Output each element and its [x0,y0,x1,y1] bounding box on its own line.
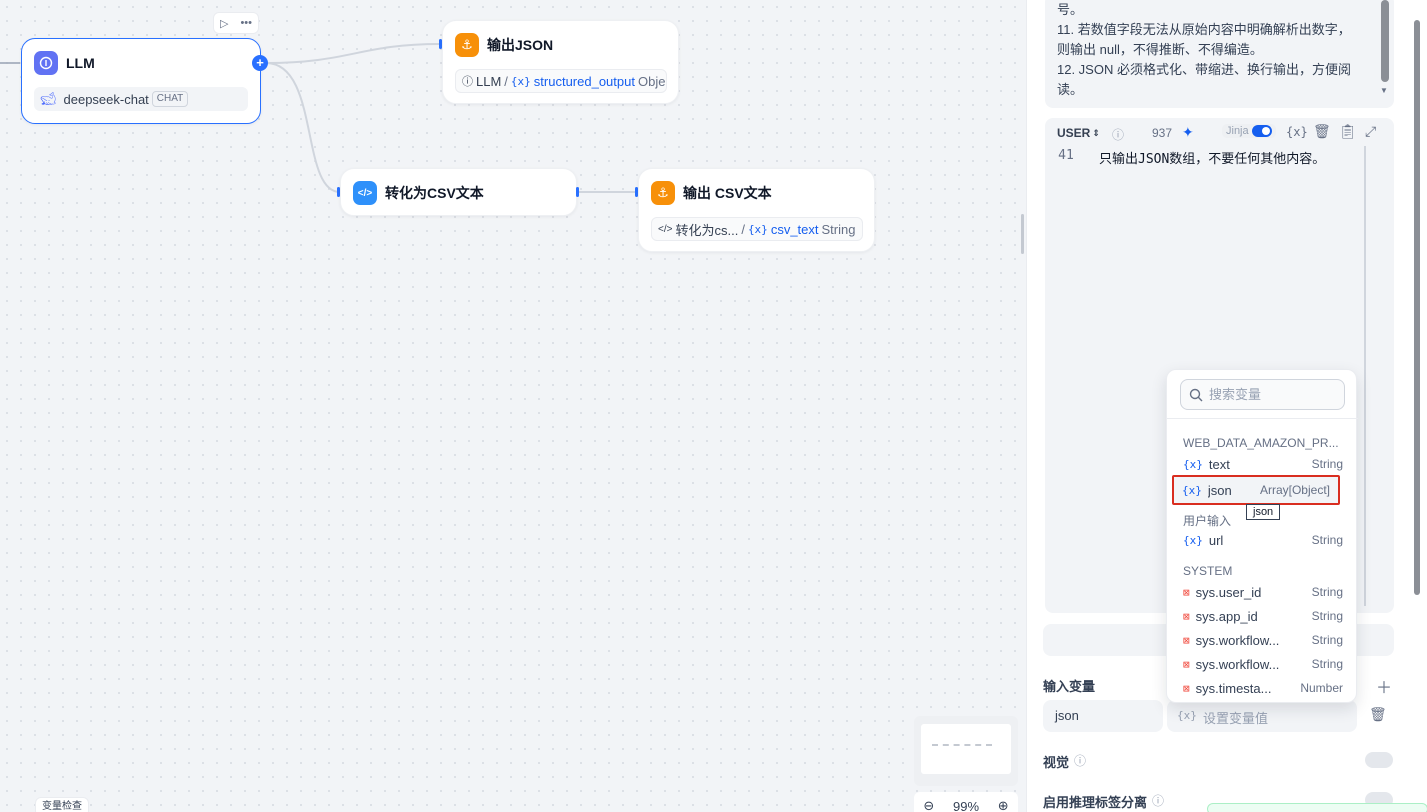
system-variable-icon: ⊠ [1183,609,1190,623]
code-small-icon: </> [658,223,673,235]
group-header: 用户输入 [1183,514,1232,528]
add-input-var-icon[interactable]: ＋ [1376,674,1392,698]
variable-picker-dropdown: WEB_DATA_AMAZON_PR... {x} text String {x… [1166,369,1358,703]
scroll-down-icon[interactable]: ▼ [1380,86,1388,95]
run-node-icon[interactable]: ▷ [220,17,228,30]
variable-icon: {x} [1177,709,1197,722]
output-json-var: ⓘ LLM / {x} structured_output Object [455,69,667,93]
var-value-input[interactable]: {x} 设置变量值 [1167,700,1357,732]
llm-icon [34,51,58,75]
vision-help-icon[interactable]: ⓘ [1074,752,1086,769]
delete-icon[interactable]: 🗑︎ [1313,123,1331,140]
group-header: SYSTEM [1183,564,1233,578]
list-item-highlighted[interactable]: {x} json Array[Object] [1172,475,1340,505]
search-icon [1189,388,1203,401]
output-icon: ⚓︎ [455,33,479,57]
node-toolbar: ▷ ••• [213,12,259,34]
csv-convert-title: 转化为CSV文本 [385,185,484,201]
csv-convert-node[interactable]: </> 转化为CSV文本 [340,168,577,216]
role-selector[interactable]: USER [1057,126,1090,140]
llm-small-icon: ⓘ [462,76,473,88]
variable-icon: {x} [1183,457,1203,471]
copy-icon[interactable]: 📋︎ [1339,123,1357,140]
system-scrollbar[interactable] [1381,0,1389,82]
list-item[interactable]: {x} text String [1175,452,1351,476]
delete-var-icon[interactable]: 🗑︎ [1369,706,1387,723]
panel-resize-handle[interactable] [1021,214,1024,254]
variable-icon: {x} [510,74,531,88]
reasoning-label: 启用推理标签分离 [1043,795,1148,810]
more-icon[interactable]: ••• [240,17,252,29]
panel-scrollbar[interactable] [1414,20,1420,595]
zoom-in-icon[interactable]: ⊕ [998,798,1009,812]
output-csv-node[interactable]: ⚓︎ 输出 CSV文本 </> 转化为cs... / {x} csv_text … [638,168,875,252]
output-json-node[interactable]: ⚓︎ 输出JSON ⓘ LLM / {x} structured_output … [442,20,679,104]
vision-toggle[interactable] [1365,752,1393,768]
code-editor[interactable]: 41 只输出JSON数组，不要任何其他内容。 [1045,148,1365,167]
expand-icon[interactable]: ⤢ [1365,123,1376,140]
system-variable-icon: ⊠ [1183,657,1190,671]
output-icon: ⚓︎ [651,181,675,205]
variable-check-button[interactable]: 变量检查 [35,797,89,812]
var-name-input[interactable]: json [1043,700,1163,732]
list-item[interactable]: ⊠ sys.workflow... String [1175,628,1351,652]
vision-label: 视觉 [1043,755,1070,770]
output-csv-title: 输出 CSV文本 [683,185,772,201]
insert-variable-icon[interactable]: {x} [1286,125,1308,139]
csv-node-out-handle[interactable] [576,187,579,197]
line-number: 41 [1058,148,1074,163]
system-variable-icon: ⊠ [1183,633,1190,647]
zoom-out-icon[interactable]: ⊖ [923,798,934,812]
tooltip: json [1246,504,1281,520]
zoom-control: ⊖ 99% ⊕ [914,792,1018,812]
list-item[interactable]: ⊠ sys.app_id String [1175,604,1351,628]
help-icon[interactable]: ⓘ [1112,126,1124,143]
llm-node[interactable]: LLM 🐋︎ deepseek-chat CHAT [21,38,261,124]
reasoning-help-icon[interactable]: ⓘ [1152,792,1164,809]
list-item[interactable]: {x} url String [1175,528,1351,552]
model-tag: CHAT [151,91,189,107]
char-count: 937 [1152,126,1173,140]
system-variable-icon: ⊠ [1183,681,1190,695]
search-input[interactable] [1209,387,1339,402]
input-vars-label: 输入变量 [1043,679,1096,694]
model-pill[interactable]: 🐋︎ deepseek-chat CHAT [34,87,248,111]
output-csv-var: </> 转化为cs... / {x} csv_text String [651,217,863,241]
updown-icon[interactable]: ⇕ [1092,128,1100,139]
group-header: WEB_DATA_AMAZON_PR... [1183,436,1339,450]
system-prompt-text: 号。 11. 若数值字段无法从原始内容中明确解析出数字， 则输出 null，不得… [1057,2,1351,97]
editor-scrollbar[interactable] [1364,146,1366,606]
variable-icon: {x} [1183,533,1203,547]
system-prompt-box[interactable]: 号。 11. 若数值字段无法从原始内容中明确解析出数字， 则输出 null，不得… [1045,0,1394,108]
zoom-level: 99% [952,798,980,812]
deepseek-whale-icon: 🐋︎ [40,91,57,106]
add-node-button[interactable]: + [252,55,268,71]
code-icon: </> [353,181,377,205]
list-item[interactable]: ⊠ sys.workflow... String [1175,652,1351,676]
list-item[interactable]: ⊠ sys.timesta... Number [1175,676,1351,700]
minimap[interactable] [914,716,1018,786]
llm-node-title: LLM [66,55,95,71]
model-name: deepseek-chat [63,91,149,107]
jinja-toggle[interactable]: Jinja [1222,124,1276,138]
system-variable-icon: ⊠ [1183,585,1190,599]
ai-sparkle-icon[interactable]: ✦ [1182,124,1194,141]
list-item[interactable]: ⊠ sys.user_id String [1175,580,1351,604]
floating-chip[interactable] [1207,803,1427,812]
variable-search-field[interactable] [1180,379,1345,410]
variable-icon: {x} [747,222,768,236]
variable-icon: {x} [1182,483,1202,497]
output-json-title: 输出JSON [487,37,554,53]
code-line: 只输出JSON数组，不要任何其他内容。 [1099,152,1326,167]
